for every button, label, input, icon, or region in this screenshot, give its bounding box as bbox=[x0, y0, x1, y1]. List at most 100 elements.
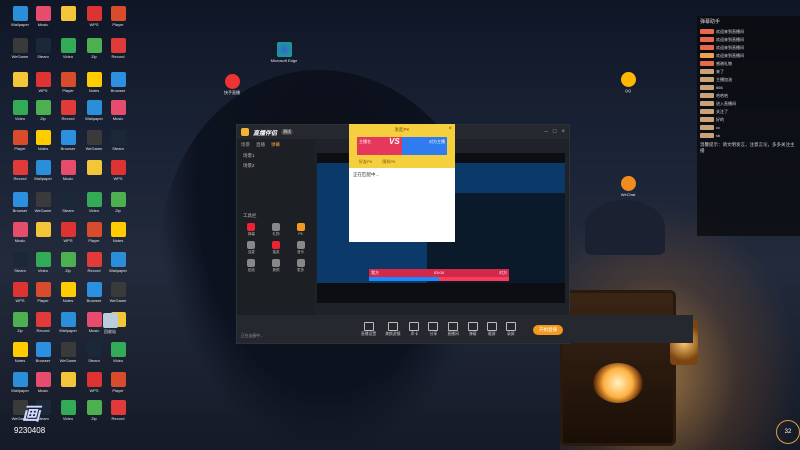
pk-timer: 03:00 bbox=[433, 270, 444, 275]
desktop-icon-label: Music bbox=[112, 116, 124, 121]
tab-live[interactable]: 直播 bbox=[256, 142, 265, 148]
tool-icon bbox=[271, 259, 280, 267]
pk-option-friend[interactable]: 好友PK bbox=[359, 159, 372, 165]
app-icon bbox=[12, 6, 28, 21]
app-icon bbox=[12, 282, 28, 297]
app-icon bbox=[60, 252, 76, 267]
tool-button[interactable]: 贴纸 bbox=[241, 259, 262, 273]
tool-icon bbox=[296, 259, 305, 267]
app-icon bbox=[86, 72, 102, 87]
user-level-badge bbox=[700, 69, 714, 74]
danmaku-row: 哈哈哈 bbox=[700, 92, 797, 99]
maximize-icon[interactable]: □ bbox=[553, 129, 557, 135]
desktop-icon[interactable]: Video bbox=[102, 342, 134, 363]
app-icon bbox=[110, 38, 126, 53]
danmaku-row: 来了 bbox=[700, 68, 797, 75]
toolbar-button[interactable]: 截屏 bbox=[486, 321, 497, 337]
toolbar-label: 截屏 bbox=[487, 331, 496, 336]
toolbar-label: 直播设置 bbox=[361, 331, 377, 336]
app-icon bbox=[86, 372, 102, 387]
danmaku-row: 欢迎来到直播间 bbox=[700, 44, 797, 51]
desktop-icon-label: Music bbox=[37, 22, 49, 27]
app-icon bbox=[110, 100, 126, 115]
clock-widget: 32 bbox=[776, 420, 800, 444]
desktop-icon-recycle[interactable]: 回收站 bbox=[94, 313, 126, 334]
tool-icon bbox=[271, 241, 280, 249]
window-controls: – □ × bbox=[545, 129, 565, 135]
desktop-icon[interactable]: Record bbox=[102, 38, 134, 59]
toolbar-button[interactable]: 直播间 bbox=[447, 321, 459, 337]
app-icon bbox=[35, 38, 51, 53]
scene-item[interactable]: 场景1 bbox=[237, 151, 315, 161]
desktop-icon[interactable]: Browser bbox=[102, 72, 134, 93]
scene-item[interactable]: 场景2 bbox=[237, 161, 315, 171]
user-level-badge bbox=[700, 101, 714, 106]
close-icon[interactable]: × bbox=[561, 129, 565, 135]
desktop-icon-label: WPS bbox=[113, 176, 123, 181]
danmaku-message: 欢迎来到直播间 bbox=[716, 36, 744, 42]
danmaku-message: 欢迎来到直播间 bbox=[716, 28, 744, 34]
desktop-icon[interactable]: Wallpaper bbox=[102, 252, 134, 273]
wallpaper-umbrella bbox=[585, 200, 665, 255]
desktop-icon-kuaishou[interactable]: 快手直播 bbox=[216, 74, 248, 95]
desktop-icon[interactable]: Record bbox=[102, 400, 134, 421]
desktop-icon[interactable]: Player bbox=[102, 6, 134, 27]
desktop-icon-label: Zip bbox=[115, 208, 121, 213]
tool-button[interactable]: 美颜 bbox=[266, 259, 287, 273]
app-icon bbox=[110, 6, 126, 21]
wallpaper-lantern bbox=[560, 290, 676, 446]
desktop-icon[interactable]: WeGame bbox=[102, 282, 134, 303]
tool-button[interactable]: 礼物 bbox=[266, 223, 287, 237]
badge-big: 画 bbox=[22, 404, 40, 424]
desktop-icon[interactable]: Steam bbox=[102, 130, 134, 151]
tool-icon bbox=[247, 241, 256, 249]
tool-button[interactable]: 弹幕 bbox=[241, 223, 262, 237]
toolbar-icon bbox=[428, 321, 439, 331]
danmaku-message: 好的 bbox=[716, 116, 724, 122]
desktop-icon-edge[interactable]: Microsoft Edge bbox=[268, 42, 300, 63]
recycle-bin-icon bbox=[102, 313, 118, 328]
app-icon bbox=[86, 400, 102, 415]
tab-danmaku[interactable]: 弹幕 bbox=[271, 142, 280, 148]
danmaku-row: 666 bbox=[700, 84, 797, 91]
app-icon bbox=[35, 282, 51, 297]
kuaishou-icon bbox=[224, 74, 240, 89]
tool-button[interactable]: PK bbox=[290, 223, 311, 237]
desktop-icon[interactable]: Player bbox=[102, 372, 134, 393]
tool-button[interactable]: 更多 bbox=[290, 259, 311, 273]
pk-progress: 我方 03:00 对方 bbox=[369, 269, 509, 283]
desktop-icon-label: Steam bbox=[112, 146, 124, 151]
toolbar-button[interactable]: 直播设置 bbox=[361, 321, 377, 337]
danmaku-row: 欢迎来到直播间 bbox=[700, 28, 797, 35]
toolbar-button[interactable]: 分享 bbox=[428, 321, 439, 337]
user-level-badge bbox=[700, 53, 714, 58]
pk-dialog-title: 发起PK bbox=[394, 127, 410, 132]
toolbar-icon bbox=[448, 321, 459, 331]
go-live-button[interactable]: 开始直播 bbox=[533, 325, 563, 335]
app-icon bbox=[86, 100, 102, 115]
desktop-icon-label: WeGame bbox=[109, 298, 127, 303]
tool-button[interactable]: 音乐 bbox=[290, 241, 311, 255]
toolbar-button[interactable]: 声卡 bbox=[409, 321, 420, 337]
danmaku-panel: 弹幕助手 欢迎来到直播间 欢迎来到直播间 欢迎来到直播间 欢迎来到直播间 感谢礼物 来了主… bbox=[697, 16, 800, 236]
desktop-icon[interactable]: Zip bbox=[102, 192, 134, 213]
app-icon bbox=[110, 282, 126, 297]
pk-option-random[interactable]: 随机PK bbox=[382, 159, 395, 165]
desktop-icon[interactable]: WPS bbox=[102, 160, 134, 181]
tool-button[interactable]: 抽奖 bbox=[266, 241, 287, 255]
desktop-icon-qq[interactable]: QQ bbox=[612, 72, 644, 93]
desktop-icon-wechat[interactable]: WeChat bbox=[612, 176, 644, 197]
app-icon bbox=[12, 252, 28, 267]
tab-scene[interactable]: 场景 bbox=[241, 142, 250, 148]
desktop-icon[interactable]: Notes bbox=[102, 222, 134, 243]
app-icon bbox=[35, 160, 51, 175]
minimize-icon[interactable]: – bbox=[545, 129, 548, 135]
desktop-icon[interactable]: Music bbox=[102, 100, 134, 121]
pk-score-bar bbox=[369, 277, 509, 281]
close-icon[interactable]: × bbox=[448, 126, 452, 132]
tool-button[interactable]: 连麦 bbox=[241, 241, 262, 255]
tool-label: PK bbox=[298, 232, 303, 236]
toolbar-button[interactable]: 美颜滤镜 bbox=[385, 321, 400, 337]
toolbar-button[interactable]: 弹幕 bbox=[467, 321, 478, 337]
toolbar-button[interactable]: 录屏 bbox=[505, 321, 516, 337]
